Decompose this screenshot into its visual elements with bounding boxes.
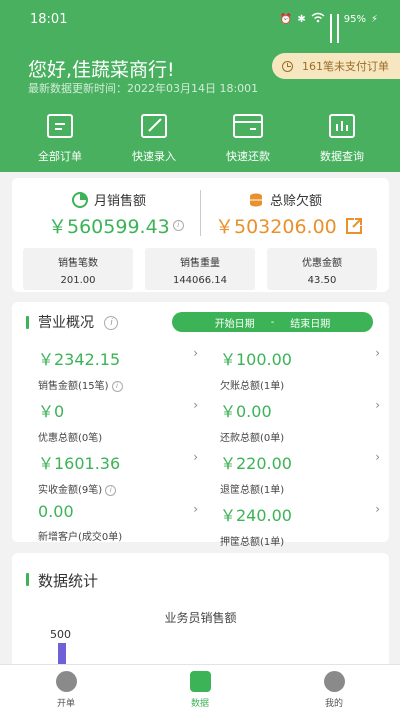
pie-chart-icon [72,191,88,208]
total-debt-value-row: ￥503206.00 [215,212,363,239]
chevron-right-icon: › [193,398,198,412]
info-icon[interactable]: i [105,484,117,496]
profile-icon [323,671,345,692]
end-date[interactable]: 结束日期 [290,315,330,330]
charging-icon: ⚡ [370,13,378,25]
signal-icon [329,13,332,43]
bluetooth-icon: ✱ [297,13,306,25]
status-time: 18:01 [30,12,68,27]
op-received-amount[interactable]: ￥1601.36 实收金额(9笔) i › [38,450,198,500]
header: 18:01 ⏰ ✱ 95% ⚡ 您好,佳蔬菜商行! 最新数据更新时间：2022年… [0,0,400,172]
total-debt-title: 总赊欠额 [248,190,322,209]
alarm-icon: ⏰ [279,13,293,25]
section-marker [26,573,29,586]
info-icon[interactable]: i [172,220,184,231]
op-new-customers[interactable]: 0.00 新增客户(成交0单) › [38,502,198,552]
start-date[interactable]: 开始日期 [215,315,255,330]
op-discount-total[interactable]: ￥0 优惠总额(0笔) › [38,398,198,448]
section-title: 数据统计 [38,572,99,590]
total-debt-value: ￥503206.00 [215,216,337,238]
unpaid-orders-label: 161笔未支付订单 [302,60,389,73]
document-icon [47,114,73,138]
chart-y-tick: 500 [50,628,71,641]
info-icon[interactable]: i [111,380,123,392]
monthly-sales-value-row: ￥560599.43 i [48,212,184,239]
edit-icon [141,114,167,138]
divider [200,190,201,236]
op-sales-amount[interactable]: ￥2342.15 销售金额(15笔) i › [38,346,198,396]
status-bar: 18:01 ⏰ ✱ 95% ⚡ [0,0,400,43]
coins-icon [250,193,262,206]
stat-discount-amount: 优惠金额 43.50 [267,248,377,290]
unpaid-orders-badge[interactable]: 161笔未支付订单 [272,53,400,79]
monthly-sales-title: 月销售额 [72,190,146,209]
chevron-right-icon: › [193,346,198,360]
bottom-tab-bar: 开单 数据 我的 [0,664,400,711]
system-icons: ⏰ ✱ 95% ⚡ [279,12,378,43]
chevron-right-icon: › [375,450,380,464]
chevron-right-icon: › [375,502,380,516]
basket-icon [55,671,77,692]
section-title: 营业概况 i [38,312,119,332]
tab-order[interactable]: 开单 [16,665,116,711]
update-time: 最新数据更新时间：2022年03月14日 18:001 [28,82,259,95]
tab-data[interactable]: 数据 [150,665,250,711]
stat-sales-count: 销售笔数 201.00 [23,248,133,290]
info-icon[interactable]: i [104,316,119,330]
quick-action-data-query[interactable]: 数据查询 [292,114,392,164]
greeting-title: 您好,佳蔬菜商行! [28,59,175,81]
battery-level: 95% [343,13,366,25]
date-separator: - [270,316,275,328]
external-link-icon[interactable] [345,217,363,235]
tab-mine[interactable]: 我的 [284,665,384,711]
date-range-picker[interactable]: 开始日期 - 结束日期 [172,312,373,332]
op-debt-total[interactable]: ￥100.00 欠账总额(1单) › [220,346,380,396]
business-overview-card: 营业概况 i 开始日期 - 结束日期 ￥2342.15 销售金额(15笔) i ›… [12,302,389,548]
op-basket-deposit-total[interactable]: ￥240.00 押筐总额(1单) › [220,502,380,552]
stat-sales-weight: 销售重量 144066.14 [145,248,255,290]
wallet-icon [233,114,263,138]
op-repayment-total[interactable]: ￥0.00 还款总额(0单) › [220,398,380,448]
clock-icon [282,60,293,72]
quick-action-fast-repay[interactable]: 快速还款 [198,114,298,164]
monthly-sales-value: ￥560599.43 [48,216,170,238]
chevron-right-icon: › [375,346,380,360]
chevron-right-icon: › [375,398,380,412]
wifi-icon [311,12,325,26]
summary-card: 月销售额 ￥560599.43 i 总赊欠额 ￥503206.00 销售笔数 2… [12,178,389,292]
quick-action-all-orders[interactable]: 全部订单 [10,114,110,164]
chart-title: 业务员销售额 [164,611,237,625]
quick-action-fast-entry[interactable]: 快速录入 [104,114,204,164]
data-stats-card: 数据统计 业务员销售额 500 [12,553,389,673]
database-icon [189,671,211,692]
section-marker [26,316,29,329]
op-basket-return-total[interactable]: ￥220.00 退筐总额(1单) › [220,450,380,500]
bar-chart-icon [329,114,355,138]
chevron-right-icon: › [193,450,198,464]
chevron-right-icon: › [193,502,198,516]
signal-icon [336,13,339,43]
